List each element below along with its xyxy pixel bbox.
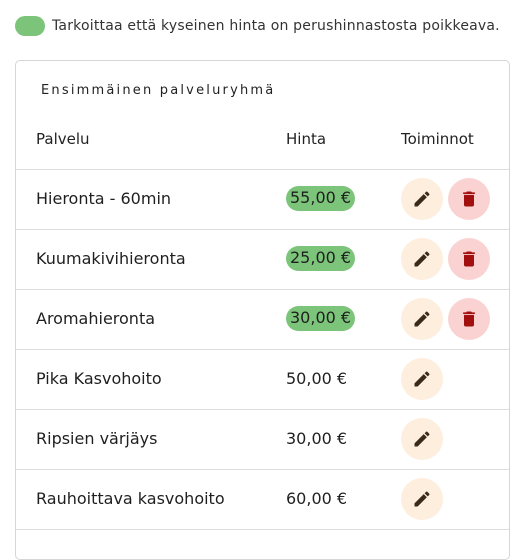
service-name: Ripsien värjäys bbox=[36, 429, 158, 448]
edit-button[interactable] bbox=[401, 418, 443, 460]
column-header-actions: Toiminnot bbox=[401, 130, 474, 148]
delete-button[interactable] bbox=[448, 238, 490, 280]
pencil-icon bbox=[412, 309, 432, 329]
service-name: Kuumakivihieronta bbox=[36, 249, 186, 268]
table-header: Palvelu Hinta Toiminnot bbox=[16, 113, 509, 170]
special-price-swatch bbox=[15, 16, 45, 36]
edit-button[interactable] bbox=[401, 298, 443, 340]
service-name: Hieronta - 60min bbox=[36, 189, 172, 208]
price-legend: Tarkoittaa että kyseinen hinta on perush… bbox=[15, 16, 500, 36]
special-price-badge: 25,00 € bbox=[286, 246, 356, 271]
legend-text: Tarkoittaa että kyseinen hinta on perush… bbox=[52, 18, 500, 34]
trash-icon bbox=[459, 249, 479, 269]
pencil-icon bbox=[412, 369, 432, 389]
pencil-icon bbox=[412, 249, 432, 269]
table-row: Ripsien värjäys 30,00 € bbox=[16, 409, 509, 470]
service-price: 30,00 € bbox=[286, 429, 348, 448]
special-price-badge: 55,00 € bbox=[286, 186, 356, 211]
edit-button[interactable] bbox=[401, 478, 443, 520]
column-header-price: Hinta bbox=[286, 130, 327, 148]
trash-icon bbox=[459, 189, 479, 209]
delete-button[interactable] bbox=[448, 178, 490, 220]
group-title: Ensimmäinen palveluryhmä bbox=[41, 83, 276, 98]
column-header-service: Palvelu bbox=[36, 130, 90, 148]
service-name: Rauhoittava kasvohoito bbox=[36, 489, 225, 508]
edit-button[interactable] bbox=[401, 358, 443, 400]
special-price-badge: 30,00 € bbox=[286, 306, 356, 331]
service-price: 60,00 € bbox=[286, 489, 348, 508]
pencil-icon bbox=[412, 489, 432, 509]
edit-button[interactable] bbox=[401, 238, 443, 280]
trash-icon bbox=[459, 309, 479, 329]
service-name: Pika Kasvohoito bbox=[36, 369, 162, 388]
edit-button[interactable] bbox=[401, 178, 443, 220]
service-price: 50,00 € bbox=[286, 369, 348, 388]
pencil-icon bbox=[412, 429, 432, 449]
delete-button[interactable] bbox=[448, 298, 490, 340]
table-row: Hieronta - 60min 55,00 € bbox=[16, 169, 509, 230]
pencil-icon bbox=[412, 189, 432, 209]
table-row: Aromahieronta 30,00 € bbox=[16, 289, 509, 350]
table-row: Pika Kasvohoito 50,00 € bbox=[16, 349, 509, 410]
service-name: Aromahieronta bbox=[36, 309, 156, 328]
table-row: Rauhoittava kasvohoito 60,00 € bbox=[16, 469, 509, 530]
table-row: Kuumakivihieronta 25,00 € bbox=[16, 229, 509, 290]
service-group-card: Ensimmäinen palveluryhmä Palvelu Hinta T… bbox=[15, 60, 510, 560]
